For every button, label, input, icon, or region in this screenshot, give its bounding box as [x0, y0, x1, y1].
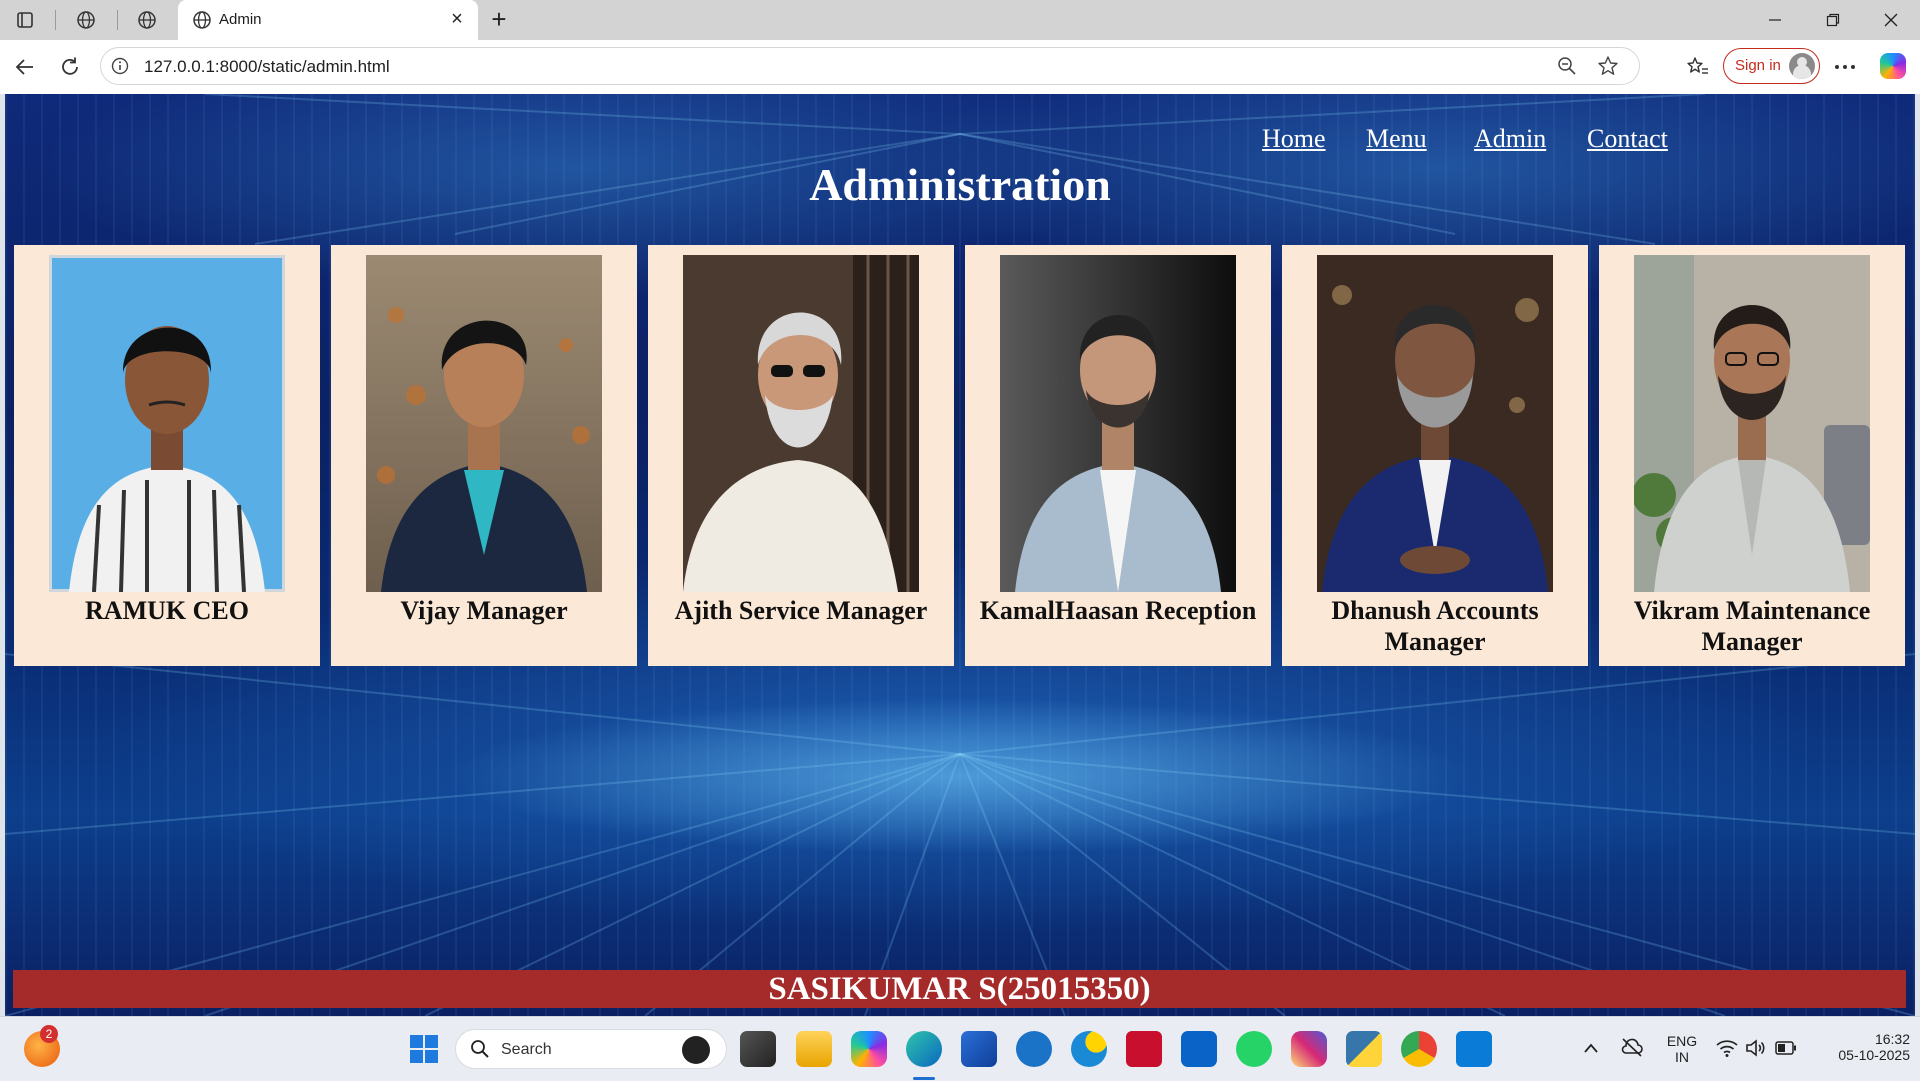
help-icon[interactable]: [1071, 1031, 1107, 1067]
favorite-star-icon[interactable]: [1597, 55, 1619, 82]
staff-card: RAMUK CEO: [14, 245, 320, 666]
staff-photo: [1000, 255, 1236, 592]
avatar: [1789, 53, 1815, 79]
tab-actions-icon[interactable]: [6, 6, 44, 34]
url-text[interactable]: 127.0.0.1:8000/static/admin.html: [144, 57, 390, 77]
staff-card: Dhanush Accounts Manager: [1282, 245, 1588, 666]
chevron-up-icon[interactable]: [1583, 1041, 1599, 1059]
globe-icon[interactable]: [67, 6, 105, 34]
new-tab-button[interactable]: +: [484, 6, 514, 34]
outlook-icon[interactable]: [1181, 1031, 1217, 1067]
address-bar[interactable]: 127.0.0.1:8000/static/admin.html: [100, 47, 1640, 85]
chrome-icon[interactable]: [1401, 1031, 1437, 1067]
store-icon[interactable]: [961, 1031, 997, 1067]
tab-title: Admin: [219, 11, 262, 28]
taskbar-search[interactable]: Search: [455, 1029, 727, 1069]
hp-icon[interactable]: [1016, 1031, 1052, 1067]
search-label: Search: [501, 1041, 552, 1058]
task-view-icon[interactable]: [740, 1031, 776, 1067]
vscode-icon[interactable]: [1456, 1031, 1492, 1067]
footer-text: SASIKUMAR S(25015350): [768, 971, 1151, 1007]
sign-in-button[interactable]: Sign in: [1723, 48, 1820, 84]
language-indicator[interactable]: ENG IN: [1664, 1033, 1700, 1065]
language-label: ENG: [1666, 1033, 1698, 1049]
favorites-icon[interactable]: [1681, 51, 1715, 83]
sign-in-label: Sign in: [1735, 57, 1781, 74]
file-explorer-icon[interactable]: [796, 1031, 832, 1067]
nav-home[interactable]: Home: [1262, 124, 1326, 154]
staff-label: Dhanush Accounts Manager: [1331, 596, 1539, 656]
search-highlight-icon: [682, 1036, 710, 1064]
mcafee-icon[interactable]: [1126, 1031, 1162, 1067]
search-icon: [470, 1039, 490, 1064]
zoom-out-icon[interactable]: [1557, 56, 1577, 81]
python-icon[interactable]: [1346, 1031, 1382, 1067]
staff-photo: [1317, 255, 1553, 592]
site-info-icon[interactable]: [111, 57, 129, 80]
instagram-icon[interactable]: [1291, 1031, 1327, 1067]
region-label: IN: [1675, 1049, 1689, 1065]
copilot-app-icon[interactable]: [851, 1031, 887, 1067]
admin-page: Home Menu Admin Contact Administration R…: [5, 94, 1915, 1016]
staff-card: Vijay Manager: [331, 245, 637, 666]
globe-icon: [192, 10, 212, 35]
copilot-icon[interactable]: [1880, 53, 1906, 79]
wifi-icon[interactable]: [1716, 1039, 1738, 1062]
page-title: Administration: [809, 159, 1111, 210]
staff-photo: [49, 255, 285, 592]
nav-contact[interactable]: Contact: [1587, 124, 1668, 154]
footer-bar: SASIKUMAR S(25015350): [13, 970, 1906, 1008]
staff-photo: [366, 255, 602, 592]
staff-label: Vijay Manager: [400, 596, 568, 625]
edge-icon[interactable]: [906, 1031, 942, 1067]
battery-icon[interactable]: [1775, 1041, 1797, 1060]
staff-card: Ajith Service Manager: [648, 245, 954, 666]
minimize-icon[interactable]: [1752, 4, 1798, 36]
staff-photo: [683, 255, 919, 592]
staff-card: KamalHaasan Reception: [965, 245, 1271, 666]
back-icon[interactable]: [8, 51, 42, 83]
staff-label: KamalHaasan Reception: [979, 596, 1257, 625]
restore-icon[interactable]: [1810, 4, 1856, 36]
staff-photo: [1634, 255, 1870, 592]
clock-date: 05-10-2025: [1838, 1047, 1910, 1063]
volume-icon[interactable]: [1745, 1039, 1767, 1062]
staff-card: Vikram Maintenance Manager: [1599, 245, 1905, 666]
windows-start-icon[interactable]: [406, 1031, 442, 1067]
clock[interactable]: 16:32 05-10-2025: [1810, 1031, 1910, 1063]
nav-menu[interactable]: Menu: [1366, 124, 1427, 154]
staff-label: Ajith Service Manager: [674, 596, 928, 625]
more-options-icon[interactable]: [1828, 51, 1862, 83]
globe-icon[interactable]: [128, 6, 166, 34]
nav-admin[interactable]: Admin: [1474, 124, 1546, 154]
tab-separator: [55, 10, 56, 30]
close-tab-icon[interactable]: ×: [446, 8, 468, 30]
notification-badge: 2: [40, 1025, 58, 1043]
taskbar: 2 Search ENG IN 16:32 05-10-2025: [0, 1016, 1920, 1081]
browser-tab-bar: Admin × +: [0, 0, 1920, 40]
close-window-icon[interactable]: [1868, 4, 1914, 36]
staff-label: RAMUK CEO: [85, 596, 249, 625]
tab-separator: [117, 10, 118, 30]
reload-icon[interactable]: [53, 51, 87, 83]
cloud-offline-icon[interactable]: [1620, 1037, 1644, 1062]
staff-label: Vikram Maintenance Manager: [1633, 596, 1871, 656]
browser-toolbar: 127.0.0.1:8000/static/admin.html Sign in: [0, 40, 1920, 94]
clock-time: 16:32: [1874, 1031, 1910, 1047]
whatsapp-icon[interactable]: [1236, 1031, 1272, 1067]
active-tab[interactable]: Admin ×: [178, 0, 478, 40]
